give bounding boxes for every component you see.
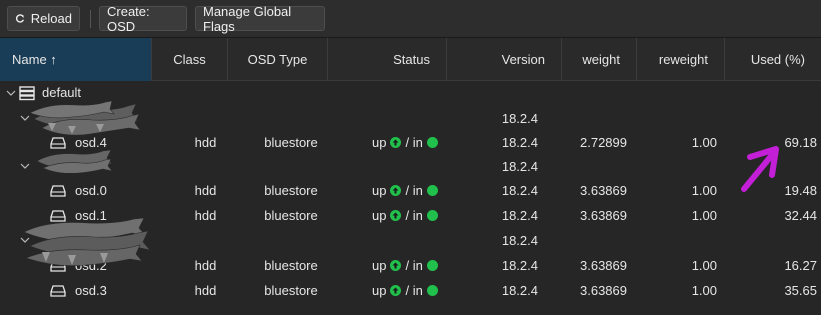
table-row[interactable]: osd.3 hdd bluestore up / in 18.2.4 3.638… <box>0 278 821 303</box>
create-osd-button[interactable]: Create: OSD <box>99 3 187 34</box>
osd-type: bluestore <box>264 183 318 198</box>
annotation-arrow-icon <box>741 146 779 192</box>
green-dot-icon <box>426 260 438 271</box>
hdd-icon <box>50 285 66 297</box>
status-in-label: / in <box>405 135 423 150</box>
green-dot-icon <box>426 210 438 221</box>
osd-status: up / in <box>372 203 438 228</box>
host-version: 18.2.4 <box>501 233 538 248</box>
hdd-icon <box>50 185 66 197</box>
toolbar-separator <box>90 10 91 28</box>
osd-weight: 2.72899 <box>580 135 627 150</box>
osd-used: 16.27 <box>784 258 817 273</box>
osd-weight: 3.63869 <box>580 183 627 198</box>
osd-version: 18.2.4 <box>501 258 538 273</box>
arrow-up-circle-icon <box>390 285 402 296</box>
osd-status: up / in <box>372 278 438 303</box>
arrow-up-circle-icon <box>390 137 402 148</box>
status-up-label: up <box>372 258 387 273</box>
status-in-label: / in <box>405 183 423 198</box>
osd-status: up / in <box>372 130 438 155</box>
status-up-label: up <box>372 135 387 150</box>
osd-weight: 3.63869 <box>580 258 627 273</box>
osd-type: bluestore <box>264 258 318 273</box>
osd-type: bluestore <box>264 283 318 298</box>
manage-global-flags-button[interactable]: Manage Global Flags <box>195 3 325 34</box>
column-header-used[interactable]: Used (%) <box>725 38 821 81</box>
fish-image <box>23 218 151 266</box>
osd-type: bluestore <box>264 208 318 223</box>
green-dot-icon <box>426 137 438 148</box>
osd-reweight: 1.00 <box>691 183 717 198</box>
column-header-version[interactable]: Version <box>447 38 562 81</box>
column-header-name[interactable]: Name ↑ <box>0 38 152 81</box>
table-row[interactable]: osd.0 hdd bluestore up / in 18.2.4 3.638… <box>0 178 821 203</box>
status-up-label: up <box>372 208 387 223</box>
column-header-class[interactable]: Class <box>152 38 228 81</box>
osd-weight: 3.63869 <box>580 208 627 223</box>
arrow-up-circle-icon <box>390 185 402 196</box>
create-osd-label: Create: OSD <box>107 3 150 34</box>
column-header-weight[interactable]: weight <box>562 38 637 81</box>
osd-status: up / in <box>372 253 438 278</box>
green-dot-icon <box>426 185 438 196</box>
host-version: 18.2.4 <box>501 111 538 126</box>
table-header: Name ↑ Class OSD Type Status Version wei… <box>0 38 821 81</box>
status-up-label: up <box>372 283 387 298</box>
manage-global-flags-label: Manage Global Flags <box>203 3 292 34</box>
column-header-osd-type[interactable]: OSD Type <box>228 38 328 81</box>
osd-used: 35.65 <box>784 283 817 298</box>
osd-name: osd.0 <box>75 183 107 198</box>
chevron-down-icon[interactable] <box>6 81 16 106</box>
osd-version: 18.2.4 <box>501 183 538 198</box>
refresh-icon <box>15 13 25 23</box>
column-header-reweight[interactable]: reweight <box>637 38 725 81</box>
status-in-label: / in <box>405 208 423 223</box>
arrow-up-circle-icon <box>390 210 402 221</box>
green-dot-icon <box>426 285 438 296</box>
arrow-up-circle-icon <box>390 260 402 271</box>
osd-used: 32.44 <box>784 208 817 223</box>
osd-type: bluestore <box>264 135 318 150</box>
reload-button[interactable]: Reload <box>7 6 80 31</box>
status-up-label: up <box>372 183 387 198</box>
osd-name: osd.3 <box>75 283 107 298</box>
fish-image <box>29 101 140 136</box>
column-header-status[interactable]: Status <box>328 38 447 81</box>
chevron-down-icon[interactable] <box>20 154 30 179</box>
osd-version: 18.2.4 <box>501 135 538 150</box>
tree-row-host[interactable]: 18.2.4 <box>0 154 821 179</box>
osd-weight: 3.63869 <box>580 283 627 298</box>
osd-reweight: 1.00 <box>691 283 717 298</box>
osd-version: 18.2.4 <box>501 208 538 223</box>
reload-label: Reload <box>30 11 72 26</box>
osd-reweight: 1.00 <box>691 258 717 273</box>
osd-version: 18.2.4 <box>501 283 538 298</box>
osd-status: up / in <box>372 178 438 203</box>
toolbar: Reload Create: OSD Manage Global Flags <box>0 0 821 38</box>
fish-image <box>36 149 113 173</box>
status-in-label: / in <box>405 283 423 298</box>
host-version: 18.2.4 <box>501 159 538 174</box>
osd-reweight: 1.00 <box>691 135 717 150</box>
osd-reweight: 1.00 <box>691 208 717 223</box>
status-in-label: / in <box>405 258 423 273</box>
